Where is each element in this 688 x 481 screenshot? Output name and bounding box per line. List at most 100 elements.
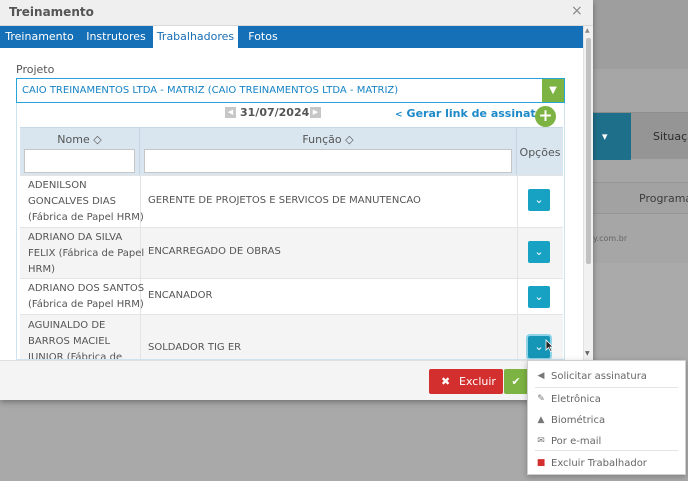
worker-function: GERENTE DE PROJETOS E SERVICOS DE MANUTE… (148, 195, 421, 206)
worker-name: AGUINALDO DE BARROS MACIEL JUNIOR (Fábri… (28, 318, 123, 360)
menu-divider (535, 387, 678, 388)
mouse-cursor-icon (545, 339, 554, 352)
column-funcao-label: Função ◇ (140, 133, 516, 146)
chevron-down-icon: ⌄ (534, 245, 544, 258)
tab-bar: Treinamento Instrutores Trabalhadores Fo… (0, 26, 584, 49)
column-nome-text: Nome (57, 133, 90, 146)
background-table-row: Programad (593, 182, 688, 214)
worker-function: ENCARREGADO DE OBRAS (148, 246, 281, 257)
modal-header: Treinamento × (0, 0, 593, 26)
modal-footer: ✖ Excluir ✔ (0, 360, 593, 400)
nome-filter-input[interactable] (24, 149, 135, 173)
chevron-down-icon: ⌄ (534, 290, 544, 303)
worker-name: ADRIANO DOS SANTOS (Fábrica de Papel HRM… (28, 281, 144, 313)
scroll-up-arrow-icon[interactable]: ▲ (585, 27, 590, 34)
background-footer-text: y.com.br (593, 234, 628, 243)
worker-name-line: AGUINALDO DE (28, 320, 106, 331)
x-icon: ✖ (441, 375, 451, 388)
generate-signature-link[interactable]: < Gerar link de assinatura (395, 107, 556, 120)
thumbs-up-icon: ▲ (537, 415, 545, 425)
worker-name-line: ADRIANO DOS SANTOS (28, 283, 145, 294)
background-dropdown-header: ▾ (593, 113, 631, 160)
table-row[interactable]: ADRIANO DA SILVA FELIX (Fábrica de Papel… (20, 227, 563, 278)
next-date-button[interactable]: ▶ (310, 107, 321, 118)
menu-divider (535, 450, 678, 451)
projeto-select[interactable]: CAIO TREINAMENTOS LTDA - MATRIZ (CAIO TR… (16, 78, 565, 103)
menu-item-label: Biométrica (551, 415, 606, 426)
column-opcoes-label: Opções (519, 146, 561, 159)
menu-item-por-email[interactable]: ✉ Por e-mail (528, 432, 685, 452)
delete-button[interactable]: ✖ Excluir (429, 369, 503, 394)
sort-icon: ◇ (345, 133, 354, 146)
worker-name-line: JUNIOR (Fábrica de (28, 352, 123, 360)
tab-instrutores[interactable]: Instrutores (79, 26, 153, 48)
generate-signature-link-label: Gerar link de assinatura (406, 107, 557, 120)
worker-name-line: ADENILSON (28, 180, 87, 191)
worker-name: ADENILSON GONCALVES DIAS (Fábrica de Pap… (28, 178, 144, 226)
worker-function: ENCANADOR (148, 290, 213, 301)
delete-button-label: Excluir (459, 375, 496, 388)
check-icon: ✔ (511, 375, 521, 388)
row-options-button[interactable]: ⌄ (528, 286, 550, 308)
training-modal: Treinamento × Treinamento Instrutores Tr… (0, 0, 593, 400)
worker-name-line: (Fábrica de Papel HRM) (28, 212, 144, 223)
sort-icon: ◇ (93, 133, 102, 146)
scroll-down-arrow-icon[interactable]: ▼ (585, 350, 590, 357)
background-column-header: Situaçã (653, 130, 688, 143)
tab-fotos[interactable]: Fotos (238, 26, 288, 48)
menu-item-label: Excluir Trabalhador (551, 458, 647, 469)
worker-name-line: FELIX (Fábrica de Papel (28, 248, 145, 259)
scrollbar-thumb[interactable] (586, 38, 591, 264)
background-row-status: Programad (639, 192, 688, 205)
row-options-menu: ◀ Solicitar assinatura ✎ Eletrônica ▲ Bi… (527, 360, 686, 475)
column-opcoes: Opções (517, 128, 563, 176)
trash-icon: ■ (536, 458, 546, 468)
tab-trabalhadores[interactable]: Trabalhadores (153, 26, 238, 49)
worker-function: SOLDADOR TIG ER (148, 342, 242, 353)
envelope-icon: ✉ (537, 436, 545, 446)
megaphone-icon: ◀ (537, 371, 545, 381)
menu-item-label: Solicitar assinatura (551, 371, 647, 382)
table-header: Nome ◇ Função ◇ Opções (20, 127, 563, 176)
table-row[interactable]: AGUINALDO DE BARROS MACIEL JUNIOR (Fábri… (20, 314, 563, 360)
chevron-down-icon[interactable]: ▼ (542, 79, 564, 102)
previous-date-button[interactable]: ◀ (225, 107, 236, 118)
projeto-label: Projeto (16, 63, 55, 76)
worker-name-line: BARROS MACIEL (28, 336, 111, 347)
column-funcao-text: Função (302, 133, 342, 146)
menu-item-excluir-trabalhador[interactable]: ■ Excluir Trabalhador (528, 454, 685, 474)
table-row[interactable]: ADRIANO DOS SANTOS (Fábrica de Papel HRM… (20, 278, 563, 314)
menu-item-biometrica[interactable]: ▲ Biométrica (528, 411, 685, 431)
worker-name-line: (Fábrica de Papel HRM) (28, 299, 144, 310)
row-options-button[interactable]: ⌄ (528, 241, 550, 263)
background-table-header: ▾ Situaçã (593, 112, 688, 160)
column-nome-label: Nome ◇ (20, 133, 139, 146)
share-icon: < (395, 110, 403, 120)
background-top-strip (593, 0, 688, 69)
column-funcao[interactable]: Função ◇ (140, 128, 517, 176)
edit-icon: ✎ (537, 394, 545, 404)
chevron-down-icon: ▾ (602, 130, 608, 143)
modal-title: Treinamento (9, 5, 94, 19)
add-worker-button[interactable]: + (535, 106, 556, 127)
tab-treinamento[interactable]: Treinamento (0, 26, 79, 48)
table-row[interactable]: ADENILSON GONCALVES DIAS (Fábrica de Pap… (20, 175, 563, 227)
menu-item-solicitar-assinatura[interactable]: ◀ Solicitar assinatura (528, 367, 685, 387)
chevron-down-icon: ⌄ (534, 193, 544, 206)
menu-item-label: Eletrônica (551, 394, 601, 405)
projeto-value: CAIO TREINAMENTOS LTDA - MATRIZ (CAIO TR… (22, 85, 399, 96)
confirm-button[interactable]: ✔ (504, 369, 528, 394)
menu-item-label: Por e-mail (551, 436, 602, 447)
current-date: 31/07/2024 (240, 106, 310, 119)
modal-scrollbar[interactable]: ▲ ▼ (583, 26, 593, 360)
workers-panel: ◀ 31/07/2024 ▶ < Gerar link de assinatura… (16, 103, 565, 360)
worker-name-line: ADRIANO DA SILVA (28, 232, 123, 243)
funcao-filter-input[interactable] (144, 149, 512, 173)
column-nome[interactable]: Nome ◇ (20, 128, 140, 176)
worker-name: ADRIANO DA SILVA FELIX (Fábrica de Papel… (28, 230, 144, 278)
worker-name-line: GONCALVES DIAS (28, 196, 116, 207)
menu-item-eletronica[interactable]: ✎ Eletrônica (528, 390, 685, 410)
row-options-button[interactable]: ⌄ (528, 189, 550, 211)
close-icon[interactable]: × (571, 3, 583, 19)
worker-name-line: HRM) (28, 264, 55, 275)
